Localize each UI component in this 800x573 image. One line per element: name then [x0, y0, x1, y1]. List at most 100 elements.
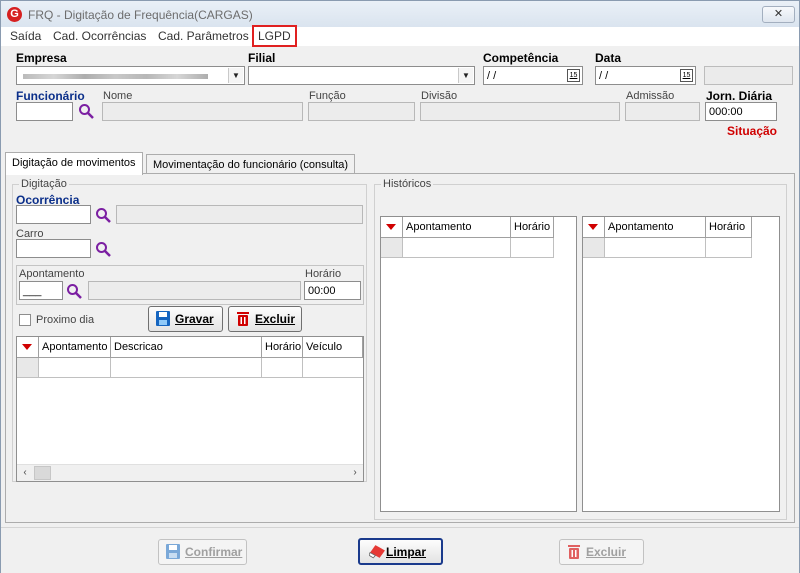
grid-indicator-header[interactable] — [583, 217, 605, 238]
funcionario-label: Funcionário — [16, 89, 85, 103]
menu-cad-parametros[interactable]: Cad. Parâmetros — [158, 29, 249, 43]
title-bar: G FRQ - Digitação de Frequência(CARGAS) … — [1, 1, 799, 27]
row-indicator[interactable] — [17, 358, 39, 378]
confirmar-label: Confirmar — [185, 545, 243, 559]
divisao-label: Divisão — [421, 90, 458, 102]
proximo-dia-checkbox[interactable] — [19, 314, 31, 326]
search-icon[interactable] — [66, 283, 82, 299]
table-cell[interactable] — [111, 358, 262, 378]
ocorrencia-input[interactable] — [16, 205, 91, 224]
historicos-grid-2[interactable]: Apontamento Horário — [582, 216, 780, 512]
menu-bar: Saída Cad. Ocorrências Cad. Parâmetros L… — [1, 25, 799, 47]
apontamento-descricao-field — [88, 281, 301, 300]
footer-bar: Confirmar Limpar Excluir — [1, 527, 799, 573]
filial-select[interactable]: ▼ — [248, 66, 475, 85]
table-cell[interactable] — [303, 358, 363, 378]
chevron-down-icon[interactable]: ▼ — [458, 68, 473, 83]
main-window: G FRQ - Digitação de Frequência(CARGAS) … — [0, 0, 800, 573]
trash-icon — [568, 545, 580, 559]
sort-indicator-icon — [22, 344, 32, 350]
apontamento-input[interactable]: ___ — [19, 281, 63, 300]
calendar-icon[interactable]: 15 — [680, 69, 693, 82]
chevron-down-icon[interactable]: ▼ — [228, 68, 243, 83]
save-icon — [166, 544, 180, 559]
sort-indicator-icon — [588, 224, 598, 230]
horario-label: Horário — [305, 268, 342, 280]
excluir-label: Excluir — [255, 312, 296, 326]
sort-indicator-icon — [386, 224, 396, 230]
scroll-right-icon[interactable]: › — [347, 465, 363, 481]
tab-digitacao-movimentos[interactable]: Digitação de movimentos — [5, 152, 143, 175]
proximo-dia-label: Proximo dia — [36, 314, 95, 326]
nome-field — [102, 102, 303, 121]
data-field[interactable]: / / 15 — [595, 66, 696, 85]
column-header-horario[interactable]: Horário — [511, 217, 554, 238]
grid-indicator-header[interactable] — [381, 217, 403, 238]
scroll-left-icon[interactable]: ‹ — [17, 465, 33, 481]
jorn-diaria-field[interactable]: 000:00 — [705, 102, 777, 121]
confirmar-button[interactable]: Confirmar — [158, 539, 247, 565]
column-header-apontamento[interactable]: Apontamento — [605, 217, 706, 238]
search-icon[interactable] — [78, 103, 94, 119]
historicos-group-title: Históricos — [381, 178, 434, 190]
ocorrencia-descricao-field — [116, 205, 363, 224]
empresa-redacted-value — [23, 74, 208, 79]
trash-icon — [237, 312, 249, 326]
save-icon — [156, 311, 170, 326]
situacao-label: Situação — [727, 124, 778, 138]
competencia-field[interactable]: / / 15 — [483, 66, 583, 85]
gravar-button[interactable]: Gravar — [148, 306, 223, 332]
extra-readonly-field — [704, 66, 793, 85]
digitacao-group-title: Digitação — [19, 178, 69, 190]
apontamento-value: ___ — [23, 285, 42, 297]
nome-label: Nome — [103, 90, 133, 102]
admissao-field — [625, 102, 700, 121]
jorn-diaria-label: Jorn. Diária — [706, 89, 773, 103]
table-cell[interactable] — [511, 238, 554, 258]
column-header-descricao[interactable]: Descricao — [111, 337, 262, 358]
menu-saida[interactable]: Saída — [10, 29, 41, 43]
data-value: / / — [599, 70, 609, 82]
horario-input[interactable]: 00:00 — [304, 281, 361, 300]
row-indicator[interactable] — [381, 238, 403, 258]
competencia-label: Competência — [483, 51, 559, 65]
scroll-thumb[interactable] — [34, 466, 51, 480]
data-label: Data — [595, 51, 622, 65]
grid-indicator-header[interactable] — [17, 337, 39, 358]
excluir-button[interactable]: Excluir — [559, 539, 644, 565]
column-header-veiculo[interactable]: Veículo — [303, 337, 363, 358]
column-header-apontamento[interactable]: Apontamento — [403, 217, 511, 238]
menu-lgpd[interactable]: LGPD — [252, 25, 297, 47]
empresa-select[interactable]: ▼ — [16, 66, 245, 85]
tab-movimentacao-funcionario[interactable]: Movimentação do funcionário (consulta) — [146, 154, 356, 175]
excluir-footer-label: Excluir — [586, 545, 627, 559]
empresa-label: Empresa — [16, 51, 67, 65]
table-cell[interactable] — [605, 238, 706, 258]
row-indicator[interactable] — [583, 238, 605, 258]
app-logo-icon: G — [7, 7, 22, 22]
search-icon[interactable] — [95, 207, 111, 223]
calendar-icon[interactable]: 15 — [567, 69, 580, 82]
table-cell[interactable] — [403, 238, 511, 258]
limpar-label: Limpar — [386, 545, 427, 559]
funcao-label: Função — [309, 90, 346, 102]
historicos-grid-1[interactable]: Apontamento Horário — [380, 216, 577, 512]
column-header-horario[interactable]: Horário — [262, 337, 303, 358]
limpar-button[interactable]: Limpar — [358, 538, 443, 565]
table-cell[interactable] — [262, 358, 303, 378]
excluir-row-button[interactable]: Excluir — [228, 306, 302, 332]
carro-input[interactable] — [16, 239, 91, 258]
competencia-value: / / — [487, 70, 497, 82]
table-cell[interactable] — [706, 238, 752, 258]
column-header-horario[interactable]: Horário — [706, 217, 752, 238]
horizontal-scrollbar[interactable]: ‹ › — [17, 464, 363, 481]
table-cell[interactable] — [39, 358, 111, 378]
close-button[interactable]: ✕ — [762, 6, 795, 23]
column-header-apontamento[interactable]: Apontamento — [39, 337, 111, 358]
search-icon[interactable] — [95, 241, 111, 257]
menu-cad-ocorrencias[interactable]: Cad. Ocorrências — [53, 29, 146, 43]
movimentos-grid[interactable]: Apontamento Descricao Horário Veículo ‹ … — [16, 336, 364, 482]
funcao-field — [308, 102, 415, 121]
funcionario-input[interactable] — [16, 102, 73, 121]
gravar-label: Gravar — [175, 312, 214, 326]
